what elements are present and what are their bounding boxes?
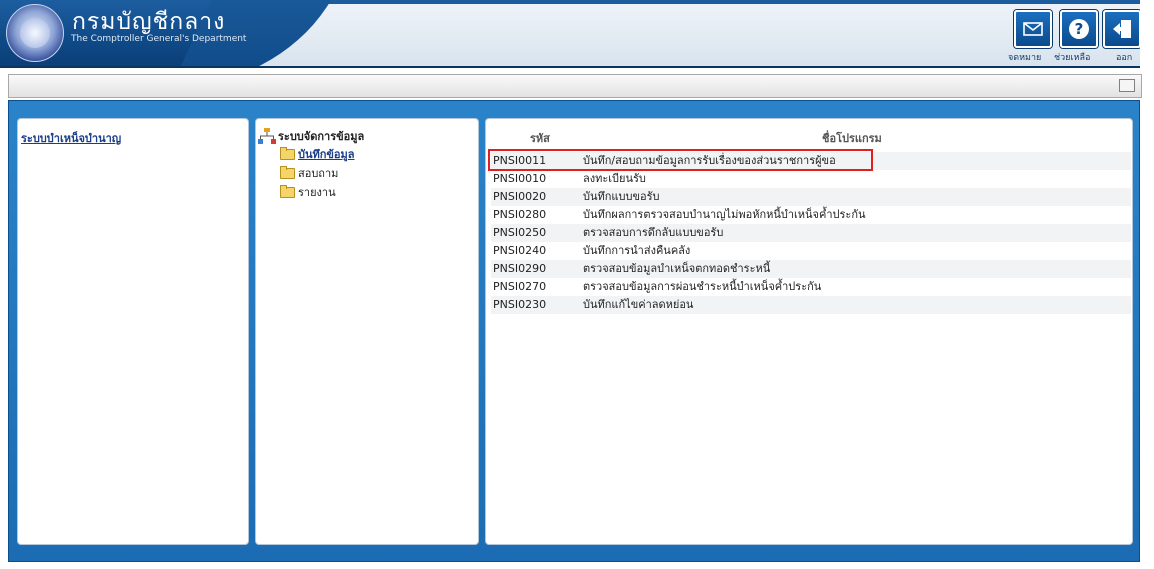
help-button[interactable]: ? xyxy=(1060,10,1098,48)
program-name: บันทึกแก้ไขค่าลดหย่อน xyxy=(583,298,694,311)
message-icon[interactable] xyxy=(1119,79,1135,92)
program-name: บันทึกแบบขอรับ xyxy=(583,190,660,203)
mail-icon xyxy=(1023,22,1043,36)
app-header: กรมบัญชีกลาง The Comptroller General's D… xyxy=(0,0,1140,68)
folder-icon xyxy=(280,146,295,160)
tree-item-label: บันทึกข้อมูล xyxy=(298,148,355,161)
tree-root-label: ระบบจัดการข้อมูล xyxy=(278,130,365,143)
tree-item-report[interactable]: รายงาน xyxy=(280,183,336,201)
tree-item-record[interactable]: บันทึกข้อมูล xyxy=(280,145,355,163)
table-row[interactable]: PNSI0240 บันทึกการนำส่งคืนคลัง xyxy=(491,242,1131,260)
program-code: PNSI0010 xyxy=(493,172,547,185)
program-code: PNSI0020 xyxy=(493,190,547,203)
tree-item-label: รายงาน xyxy=(298,186,336,199)
program-name: ลงทะเบียนรับ xyxy=(583,172,646,185)
program-name: ตรวจสอบข้อมูลการผ่อนชำระหนี้บำเหน็จค้ำปร… xyxy=(583,280,822,293)
svg-text:?: ? xyxy=(1075,20,1084,38)
table-row[interactable]: PNSI0280 บันทึกผลการตรวจสอบบำนาญไม่พอหักห… xyxy=(491,206,1131,224)
table-row[interactable]: PNSI0250 ตรวจสอบการดึกลับแบบขอรับ xyxy=(491,224,1131,242)
program-code: PNSI0011 xyxy=(493,154,547,167)
program-code: PNSI0270 xyxy=(493,280,547,293)
program-code: PNSI0280 xyxy=(493,208,547,221)
tree-item-inquiry[interactable]: สอบถาม xyxy=(280,164,338,182)
menu-tree-panel: ระบบจัดการข้อมูล บันทึกข้อมูล สอบถาม ราย… xyxy=(255,118,479,545)
program-code: PNSI0250 xyxy=(493,226,547,239)
program-name: บันทึกผลการตรวจสอบบำนาญไม่พอหักหนี้บำเหน… xyxy=(583,208,866,221)
program-code: PNSI0290 xyxy=(493,262,547,275)
program-name: บันทึก/สอบถามข้อมูลการรับเรื่องของส่วนรา… xyxy=(583,154,836,167)
exit-button[interactable] xyxy=(1103,10,1140,48)
program-list-panel: รหัส ชื่อโปรแกรม PNSI0011 บันทึก/สอบถามข้… xyxy=(485,118,1133,545)
folder-icon xyxy=(280,184,295,198)
mail-button[interactable] xyxy=(1014,10,1052,48)
tree-root: ระบบจัดการข้อมูล xyxy=(258,127,364,145)
header-light-band xyxy=(240,4,1140,66)
program-code: PNSI0230 xyxy=(493,298,547,311)
table-row[interactable]: PNSI0011 บันทึก/สอบถามข้อมูลการรับเรื่องข… xyxy=(491,152,1131,170)
exit-icon xyxy=(1113,20,1131,38)
sitemap-icon xyxy=(258,128,276,144)
program-name: ตรวจสอบการดึกลับแบบขอรับ xyxy=(583,226,724,239)
table-row[interactable]: PNSI0230 บันทึกแก้ไขค่าลดหย่อน xyxy=(491,296,1131,314)
table-row[interactable]: PNSI0290 ตรวจสอบข้อมูลบำเหน็จตกทอดชำระหนี… xyxy=(491,260,1131,278)
tree-item-label: สอบถาม xyxy=(298,167,339,180)
mail-label[interactable]: จดหมาย xyxy=(1008,50,1041,64)
column-header-code: รหัส xyxy=(530,132,550,145)
help-label[interactable]: ช่วยเหลือ xyxy=(1054,50,1090,64)
toolbar-strip xyxy=(8,74,1142,98)
help-icon: ? xyxy=(1069,19,1089,39)
exit-label[interactable]: ออก xyxy=(1116,50,1132,64)
brand-title-english: The Comptroller General's Department xyxy=(71,34,247,44)
column-header-name: ชื่อโปรแกรม xyxy=(822,132,882,145)
table-row[interactable]: PNSI0020 บันทึกแบบขอรับ xyxy=(491,188,1131,206)
folder-icon xyxy=(280,165,295,179)
pension-system-link[interactable]: ระบบบำเหน็จบำนาญ xyxy=(21,129,121,147)
program-name: ตรวจสอบข้อมูลบำเหน็จตกทอดชำระหนี้ xyxy=(583,262,771,275)
program-code: PNSI0240 xyxy=(493,244,547,257)
main-frame: ระบบบำเหน็จบำนาญ ระบบจัดการข้อมูล บันทึก… xyxy=(8,100,1140,562)
table-row[interactable]: PNSI0270 ตรวจสอบข้อมูลการผ่อนชำระหนี้บำเห… xyxy=(491,278,1131,296)
department-seal-logo xyxy=(6,4,64,62)
system-panel: ระบบบำเหน็จบำนาญ xyxy=(17,118,249,545)
program-table: PNSI0011 บันทึก/สอบถามข้อมูลการรับเรื่องข… xyxy=(491,152,1131,314)
program-name: บันทึกการนำส่งคืนคลัง xyxy=(583,244,691,257)
table-row[interactable]: PNSI0010 ลงทะเบียนรับ xyxy=(491,170,1131,188)
